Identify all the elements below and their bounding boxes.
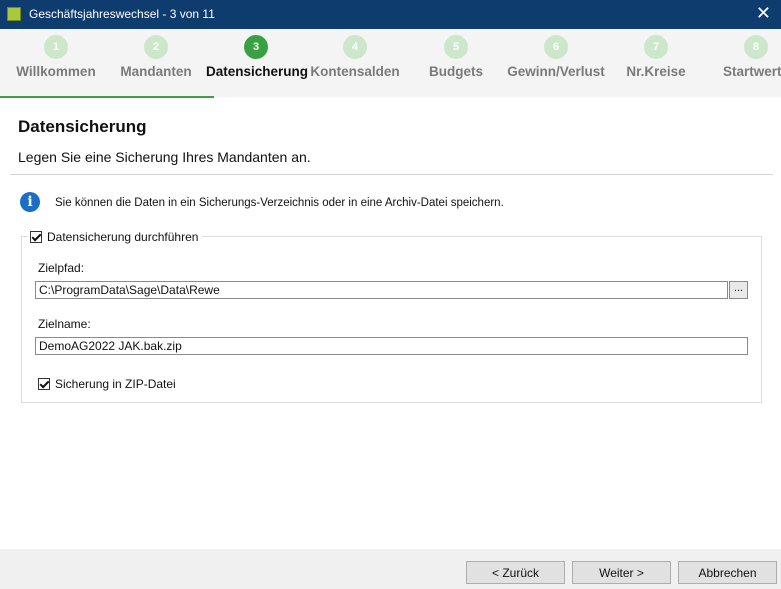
step-label: Willkommen bbox=[16, 64, 96, 79]
step-kontensalden: 4 Kontensalden bbox=[305, 29, 405, 97]
perform-backup-label: Datensicherung durchführen bbox=[47, 229, 199, 244]
target-path-input[interactable]: C:\ProgramData\Sage\Data\Rewe bbox=[35, 281, 728, 299]
step-willkommen: 1 Willkommen bbox=[6, 29, 106, 97]
step-number: 3 bbox=[244, 35, 268, 59]
step-number: 2 bbox=[144, 35, 168, 59]
target-name-label: Zielname: bbox=[38, 317, 91, 331]
step-label: Budgets bbox=[429, 64, 483, 79]
step-label: Kontensalden bbox=[310, 64, 400, 79]
step-datensicherung: 3 Datensicherung bbox=[206, 29, 309, 97]
info-message: Sie können die Daten in ein Sicherungs-V… bbox=[55, 197, 504, 209]
back-button[interactable]: < Zurück bbox=[466, 561, 565, 584]
info-icon: i bbox=[20, 192, 40, 212]
window-title: Geschäftsjahreswechsel - 3 von 11 bbox=[29, 7, 215, 21]
divider bbox=[10, 174, 773, 175]
zip-backup-checkbox[interactable]: Sicherung in ZIP-Datei bbox=[38, 375, 176, 393]
perform-backup-checkbox[interactable]: Datensicherung durchführen bbox=[28, 228, 203, 244]
wizard-steps: 1 Willkommen 2 Mandanten 3 Datensicherun… bbox=[0, 29, 781, 97]
step-number: 8 bbox=[744, 35, 768, 59]
step-nr-kreise: 7 Nr.Kreise bbox=[606, 29, 706, 97]
app-icon bbox=[7, 7, 21, 21]
step-label: Nr.Kreise bbox=[626, 64, 686, 79]
step-number: 4 bbox=[343, 35, 367, 59]
step-label: Gewinn/Verlust bbox=[507, 64, 605, 79]
step-startwerte: 8 Startwerte bbox=[706, 29, 781, 97]
step-gewinn-verlust: 6 Gewinn/Verlust bbox=[506, 29, 606, 97]
step-number: 7 bbox=[644, 35, 668, 59]
active-step-indicator bbox=[0, 96, 214, 98]
target-name-input[interactable]: DemoAG2022 JAK.bak.zip bbox=[35, 337, 748, 355]
cancel-button[interactable]: Abbrechen bbox=[678, 561, 777, 584]
step-budgets: 5 Budgets bbox=[406, 29, 506, 97]
title-bar: Geschäftsjahreswechsel - 3 von 11 ✕ bbox=[0, 0, 781, 29]
checkbox-checked-icon[interactable] bbox=[30, 230, 42, 243]
step-number: 5 bbox=[444, 35, 468, 59]
zip-backup-label: Sicherung in ZIP-Datei bbox=[55, 376, 176, 391]
step-mandanten: 2 Mandanten bbox=[106, 29, 206, 97]
step-label: Datensicherung bbox=[206, 64, 309, 79]
target-path-label: Zielpfad: bbox=[38, 261, 85, 275]
page-title: Datensicherung bbox=[18, 117, 147, 136]
step-label: Mandanten bbox=[120, 64, 192, 79]
browse-button[interactable]: ... bbox=[729, 281, 748, 299]
step-label: Startwerte bbox=[722, 64, 781, 79]
step-number: 1 bbox=[44, 35, 68, 59]
step-number: 6 bbox=[544, 35, 568, 59]
next-button[interactable]: Weiter > bbox=[572, 561, 671, 584]
checkbox-checked-icon[interactable] bbox=[38, 377, 50, 390]
close-icon[interactable]: ✕ bbox=[756, 3, 771, 23]
page-subtitle: Legen Sie eine Sicherung Ihres Mandanten… bbox=[18, 149, 311, 165]
